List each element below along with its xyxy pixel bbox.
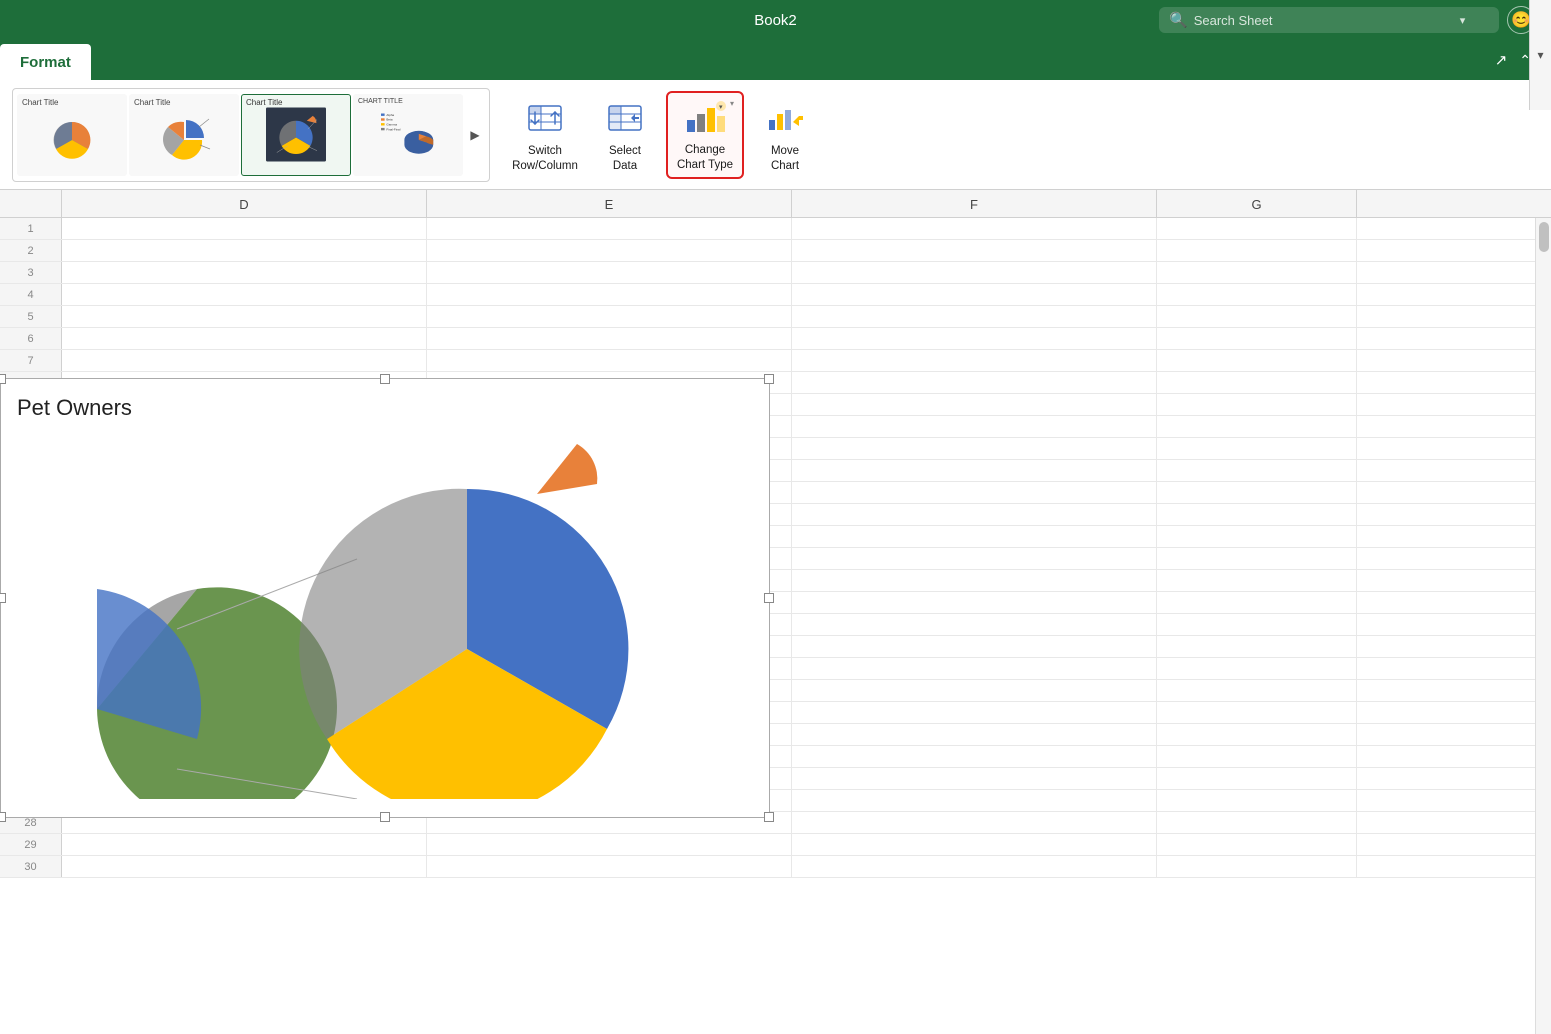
search-bar[interactable]: 🔍 ▾ — [1159, 7, 1499, 33]
chart-handle-ne[interactable] — [764, 374, 774, 384]
ribbon-tab-row: Format ↗ ⌃ — [0, 40, 1551, 80]
gallery-scroll-right[interactable]: ▶ — [465, 94, 485, 176]
col-header-e[interactable]: E — [427, 190, 792, 218]
ribbon-collapse-icon: ▾ — [1537, 48, 1543, 62]
table-row: 30 — [0, 856, 1551, 878]
table-row: 2 — [0, 240, 1551, 262]
ribbon: Chart Title Chart Title Chart T — [0, 80, 1551, 190]
col-header-g[interactable]: G — [1157, 190, 1357, 218]
svg-text:▾: ▾ — [719, 104, 723, 111]
switch-rowcol-icon — [523, 96, 567, 140]
chart-object[interactable]: Pet Owners — [0, 378, 770, 818]
table-row: 5 — [0, 306, 1551, 328]
grid-container: 1 2 3 4 5 6 7 8 9 10 11 12 13 14 15 16 1… — [0, 218, 1551, 1034]
chart-styles-gallery: Chart Title Chart Title Chart T — [12, 88, 490, 182]
chart-handle-n[interactable] — [380, 374, 390, 384]
title-bar: Book2 🔍 ▾ 😊 — [0, 0, 1551, 40]
switch-rowcol-label: Switch Row/Column — [512, 144, 578, 174]
move-chart-icon — [763, 96, 807, 140]
move-chart-label: Move Chart — [771, 144, 799, 174]
column-headers: D E F G — [0, 190, 1551, 218]
ribbon-button-group: Switch Row/Column Select Data — [490, 91, 840, 179]
chart-title: Pet Owners — [17, 395, 753, 421]
col-header-d[interactable]: D — [62, 190, 427, 218]
vertical-scrollbar[interactable] — [1535, 218, 1551, 1034]
chart-handle-s[interactable] — [380, 812, 390, 822]
title-bar-right: 🔍 ▾ 😊 — [1159, 6, 1535, 34]
chart-content-area: Pet Owners — [1, 379, 769, 812]
move-chart-button[interactable]: Move Chart — [746, 91, 824, 179]
chart-svg — [17, 429, 717, 799]
select-data-label: Select Data — [609, 144, 641, 174]
table-row: 3 — [0, 262, 1551, 284]
svg-text:Final-Final: Final-Final — [386, 127, 400, 131]
chart-type-dropdown-arrow[interactable]: ▾ — [730, 99, 734, 108]
svg-text:Alpha: Alpha — [386, 113, 394, 117]
chart-handle-se[interactable] — [764, 812, 774, 822]
table-row: 6 — [0, 328, 1551, 350]
chart-style-2-preview — [154, 107, 214, 162]
workbook-title: Book2 — [754, 12, 797, 29]
ribbon-collapse-button[interactable]: ▾ — [1529, 0, 1551, 110]
switch-rowcol-button[interactable]: Switch Row/Column — [506, 91, 584, 179]
chart-handle-nw[interactable] — [0, 374, 6, 384]
chart-handle-w[interactable] — [0, 593, 6, 603]
table-row: 1 — [0, 218, 1551, 240]
chart-handle-sw[interactable] — [0, 812, 6, 822]
change-chart-type-button[interactable]: ▾ Change Chart Type ▾ — [666, 91, 744, 179]
scrollbar-thumb[interactable] — [1539, 222, 1549, 252]
chart-style-4-preview: Alpha Beta Gamma Final-Final — [378, 107, 438, 162]
select-data-icon — [603, 96, 647, 140]
search-input[interactable] — [1194, 13, 1454, 28]
row-num-spacer — [0, 190, 62, 217]
change-chart-type-label: Change Chart Type — [677, 143, 733, 173]
spreadsheet-area: D E F G 1 2 3 4 5 6 7 8 9 10 11 12 13 14… — [0, 190, 1551, 1034]
select-data-button[interactable]: Select Data — [586, 91, 664, 179]
col-header-f[interactable]: F — [792, 190, 1157, 218]
chart-style-3[interactable]: Chart Title — [241, 94, 351, 176]
chart-style-2[interactable]: Chart Title — [129, 94, 239, 176]
search-icon: 🔍 — [1169, 11, 1188, 29]
search-dropdown-icon[interactable]: ▾ — [1460, 14, 1466, 27]
table-row: 29 — [0, 834, 1551, 856]
chart-handle-e[interactable] — [764, 593, 774, 603]
table-row: 7 — [0, 350, 1551, 372]
tab-format[interactable]: Format — [0, 44, 91, 80]
chart-style-4[interactable]: CHART TITLE Alpha Beta Gamma Final-Final — [353, 94, 463, 176]
chart-style-1-preview — [42, 107, 102, 162]
chart-style-1[interactable]: Chart Title — [17, 94, 127, 176]
svg-text:Gamma: Gamma — [386, 123, 397, 127]
share-icon: ↗ — [1495, 51, 1508, 69]
chart-style-3-preview — [266, 107, 326, 162]
svg-text:Beta: Beta — [386, 118, 393, 122]
table-row: 4 — [0, 284, 1551, 306]
change-chart-type-icon: ▾ — [683, 97, 727, 139]
